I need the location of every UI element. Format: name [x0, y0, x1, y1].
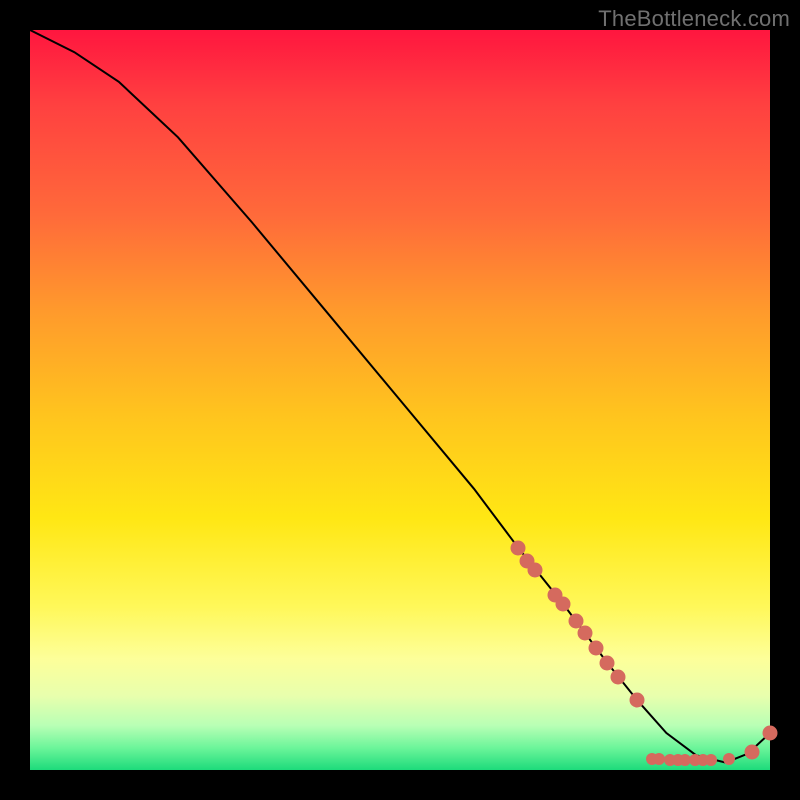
highlight-dot	[555, 596, 570, 611]
highlight-dot	[723, 753, 735, 765]
curve-svg	[30, 30, 770, 770]
highlight-dot	[528, 563, 543, 578]
highlight-dot	[629, 692, 644, 707]
highlight-dot	[578, 626, 593, 641]
highlight-dot	[705, 754, 717, 766]
highlight-dot	[611, 669, 626, 684]
chart-stage: TheBottleneck.com	[0, 0, 800, 800]
plot-area	[30, 30, 770, 770]
highlight-dot	[744, 744, 759, 759]
highlight-dot	[763, 726, 778, 741]
highlight-dot	[589, 640, 604, 655]
bottleneck-curve	[30, 30, 770, 763]
highlight-dot	[600, 655, 615, 670]
watermark-text: TheBottleneck.com	[598, 6, 790, 32]
